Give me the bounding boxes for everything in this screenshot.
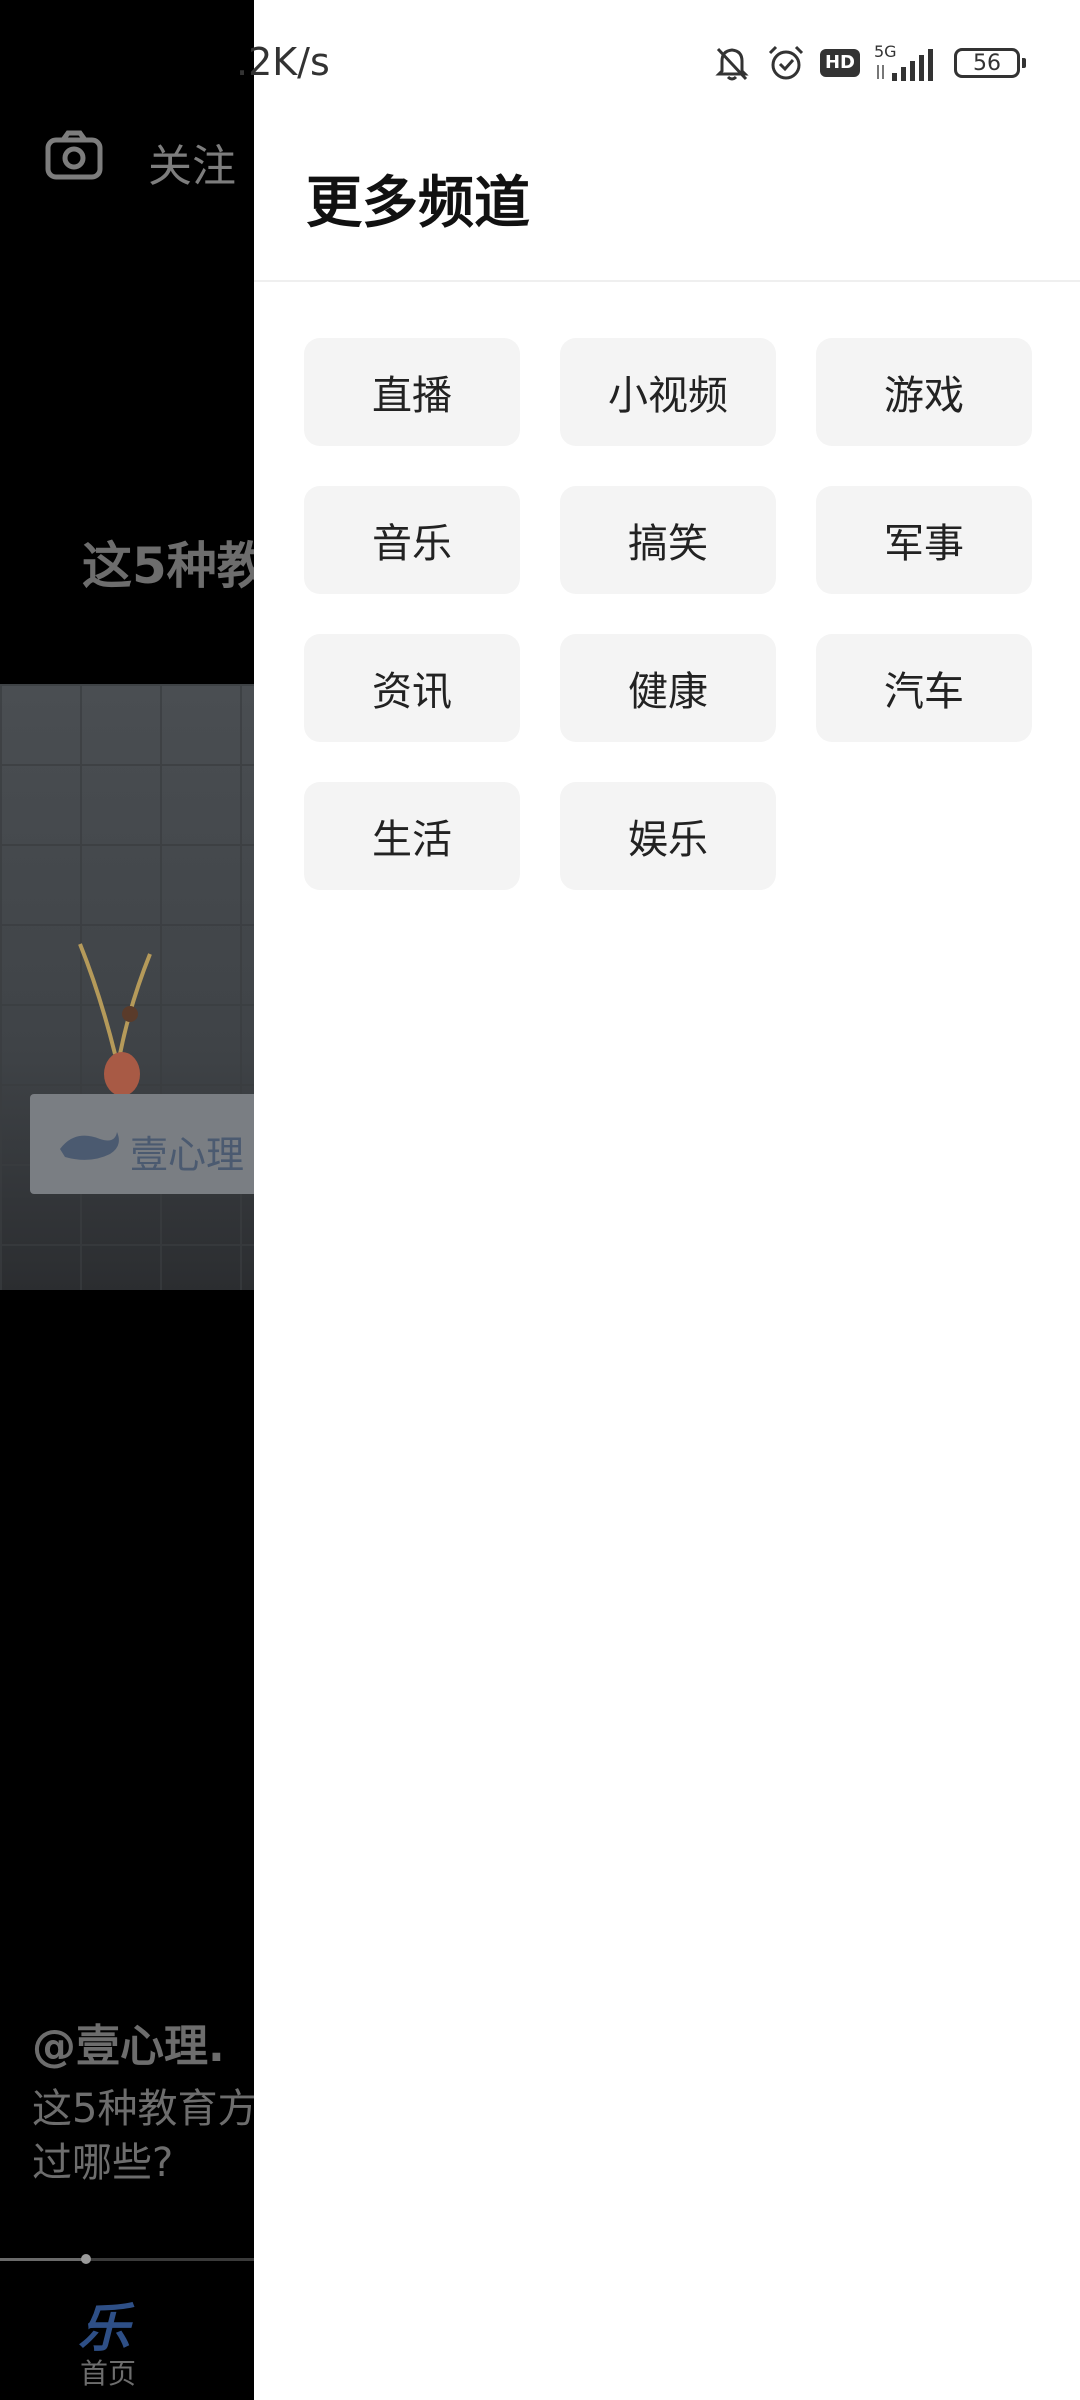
channel-games[interactable]: 游戏 <box>816 338 1032 446</box>
hd-icon: HD <box>819 49 860 77</box>
camera-icon[interactable] <box>45 130 103 180</box>
5g-signal-icon: 5G <box>874 42 933 81</box>
channel-news[interactable]: 资讯 <box>304 634 520 742</box>
channel-auto[interactable]: 汽车 <box>816 634 1032 742</box>
channel-entertainment[interactable]: 娱乐 <box>560 782 776 890</box>
video-progress-bar[interactable] <box>0 2254 260 2264</box>
app-logo-icon[interactable]: 乐 <box>78 2286 130 2361</box>
channel-short-video[interactable]: 小视频 <box>560 338 776 446</box>
video-description-line-1: 这5种教育方 <box>32 2086 258 2132</box>
status-icons: HD 5G 56 <box>712 38 1026 88</box>
video-headline: 这5种教 <box>82 537 267 595</box>
video-description-line-2: 过哪些? <box>32 2140 174 2186</box>
channel-music[interactable]: 音乐 <box>304 486 520 594</box>
drawer-title: 更多频道 <box>306 171 530 236</box>
video-progress-fill <box>0 2258 86 2261</box>
video-author[interactable]: @壹心理. <box>32 2010 225 2074</box>
drawer-divider <box>254 280 1080 282</box>
follow-tab[interactable]: 关注 <box>148 130 236 194</box>
svg-text:5G: 5G <box>874 42 897 61</box>
video-frame[interactable]: 壹心理 <box>0 684 260 1290</box>
video-description: 这5种教育方 过哪些? <box>32 2082 260 2190</box>
video-progress-knob[interactable] <box>80 2254 91 2264</box>
nav-home-label[interactable]: 首页 <box>80 2352 136 2392</box>
channel-military[interactable]: 军事 <box>816 486 1032 594</box>
alarm-icon <box>768 45 804 80</box>
mute-bell-icon <box>715 47 749 81</box>
channel-comedy[interactable]: 搞笑 <box>560 486 776 594</box>
vase-decoration <box>78 943 152 1094</box>
channel-live[interactable]: 直播 <box>304 338 520 446</box>
brand-sign-text: 壹心理 <box>130 1133 245 1177</box>
channel-health[interactable]: 健康 <box>560 634 776 742</box>
more-channels-drawer: 更多频道 直播 小视频 游戏 音乐 搞笑 军事 资讯 健康 汽车 生活 娱乐 <box>254 0 1080 2400</box>
channel-lifestyle[interactable]: 生活 <box>304 782 520 890</box>
channel-grid: 直播 小视频 游戏 音乐 搞笑 军事 资讯 健康 汽车 生活 娱乐 <box>304 338 1032 890</box>
battery-icon: 56 <box>954 48 1026 78</box>
battery-level: 56 <box>973 50 1001 76</box>
network-speed: .2K/s <box>236 40 330 84</box>
whale-logo-icon <box>60 1132 119 1160</box>
